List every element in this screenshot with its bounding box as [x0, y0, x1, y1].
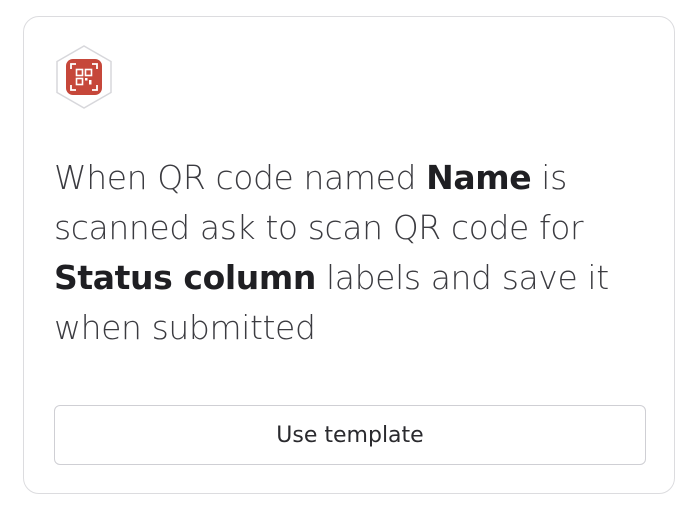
- template-description: When QR code named Name is scanned ask t…: [54, 153, 654, 353]
- template-card: When QR code named Name is scanned ask t…: [23, 16, 675, 494]
- description-field-status: Status column: [54, 258, 316, 297]
- description-field-name: Name: [426, 158, 532, 197]
- qr-code-scan-icon: [54, 44, 114, 110]
- use-template-button[interactable]: Use template: [54, 405, 646, 465]
- description-text-1: When QR code named: [54, 158, 427, 197]
